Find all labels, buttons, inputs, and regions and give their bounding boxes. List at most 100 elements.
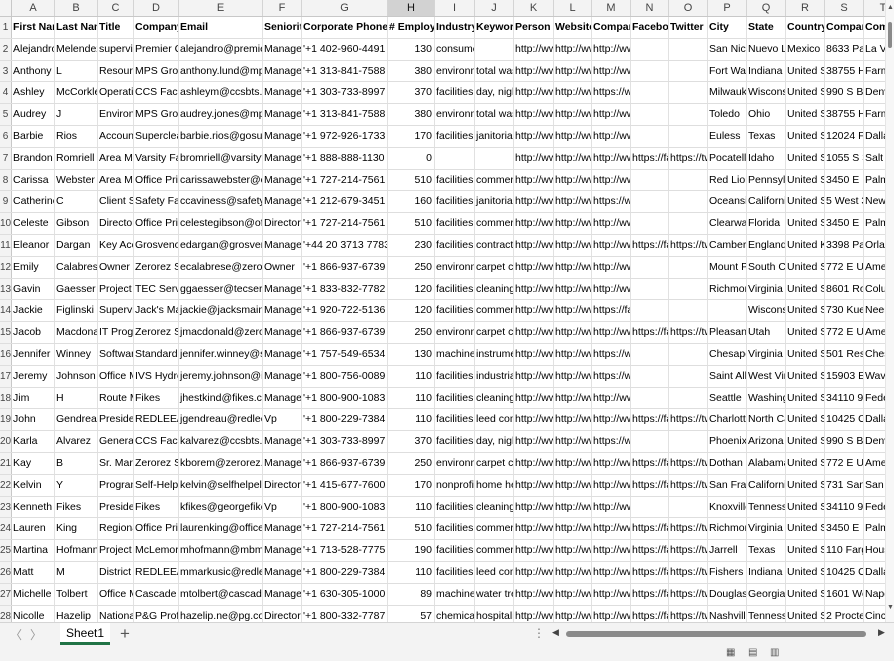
cell[interactable]: http://www.linkedin.com/comp bbox=[592, 38, 631, 60]
cell[interactable]: http://www.linkedin. bbox=[592, 474, 631, 496]
cell[interactable]: leed comp bbox=[475, 561, 514, 583]
cell[interactable]: 110 Fargo bbox=[825, 540, 864, 561]
cell[interactable]: http://www.linkedin. bbox=[592, 322, 631, 343]
cell[interactable]: https://fac bbox=[631, 322, 669, 343]
cell[interactable]: http://ww bbox=[514, 60, 554, 82]
cell[interactable]: http://ww bbox=[554, 300, 592, 322]
cell[interactable]: United Sta bbox=[786, 104, 825, 125]
cell[interactable]: Zerorez Sa bbox=[134, 322, 179, 343]
cell[interactable]: kfikes@georgefikes.com bbox=[179, 496, 263, 518]
column-title[interactable]: Email bbox=[179, 17, 263, 38]
cell[interactable]: http://ww bbox=[554, 169, 592, 191]
cell[interactable]: 89 bbox=[388, 583, 435, 605]
cell[interactable]: Anthony bbox=[12, 60, 55, 82]
cell[interactable]: https://tw bbox=[669, 583, 708, 605]
cell[interactable]: Manager bbox=[263, 234, 302, 256]
cell[interactable]: IT Progran bbox=[98, 322, 134, 343]
cell[interactable]: 3450 E Lak bbox=[825, 169, 864, 191]
cell[interactable]: http://ww bbox=[554, 561, 592, 583]
cell[interactable]: Manager bbox=[263, 431, 302, 452]
cell[interactable]: Orlando bbox=[864, 235, 885, 256]
cell[interactable]: Mount Ple bbox=[708, 256, 747, 278]
scroll-up-icon[interactable]: ▲ bbox=[887, 4, 894, 11]
cell[interactable]: Virginia bbox=[747, 518, 786, 540]
cell[interactable]: '+1 303-733-8997 bbox=[302, 82, 388, 104]
cell[interactable]: Saint Albar bbox=[708, 365, 747, 387]
row-number[interactable]: 20 bbox=[0, 431, 12, 452]
row-number[interactable]: 23 bbox=[0, 496, 12, 518]
column-header-b[interactable]: B bbox=[55, 0, 98, 16]
cell[interactable]: Melendez bbox=[55, 38, 98, 60]
cell[interactable]: http://ww bbox=[514, 125, 554, 147]
cell[interactable]: Manager bbox=[263, 104, 302, 125]
cell[interactable]: United Sta bbox=[786, 409, 825, 431]
cell[interactable]: Fort Wayn bbox=[708, 60, 747, 82]
cell[interactable]: Key Accou bbox=[98, 234, 134, 256]
cell[interactable]: Safety Fac bbox=[134, 191, 179, 213]
cell[interactable]: 370 bbox=[388, 82, 435, 104]
cell[interactable]: mtolbert@cascadewater. bbox=[179, 583, 263, 605]
cell[interactable]: https://tw bbox=[669, 452, 708, 474]
column-title[interactable]: Website bbox=[554, 17, 592, 38]
cell[interactable]: Utah bbox=[747, 322, 786, 343]
cell[interactable]: Barbie bbox=[12, 125, 55, 147]
cell[interactable]: United Sta bbox=[786, 496, 825, 518]
cell[interactable]: B bbox=[55, 452, 98, 474]
cell[interactable]: anthony.lund@mpsgrp.co bbox=[179, 60, 263, 82]
cell[interactable]: 5 West 37t bbox=[825, 191, 864, 213]
cell[interactable]: carpet clei bbox=[475, 452, 514, 474]
cell[interactable]: environme bbox=[435, 60, 475, 82]
row-number[interactable]: 7 bbox=[0, 147, 12, 169]
cell[interactable]: Washingto bbox=[747, 387, 786, 409]
cell[interactable]: United Sta bbox=[786, 561, 825, 583]
cell[interactable]: 110 bbox=[388, 409, 435, 431]
cell[interactable]: President - bbox=[98, 409, 134, 431]
cell[interactable]: contract cl bbox=[475, 234, 514, 256]
column-header-s[interactable]: S bbox=[825, 0, 864, 16]
cell[interactable]: Federal W bbox=[864, 388, 885, 409]
column-header-h[interactable]: H bbox=[388, 0, 435, 16]
cell[interactable]: facilities s bbox=[435, 300, 475, 322]
column-title[interactable]: Person Linkedin Url bbox=[514, 17, 554, 38]
cell[interactable]: https://fac bbox=[631, 540, 669, 561]
column-header-p[interactable]: P bbox=[708, 0, 747, 16]
cell[interactable]: '+1 402-960-4491 bbox=[302, 38, 388, 60]
cell[interactable]: Camberley bbox=[708, 234, 747, 256]
column-title[interactable]: # Employees bbox=[388, 17, 435, 38]
cell[interactable]: Milwaukee bbox=[708, 82, 747, 104]
cell[interactable]: '+1 757-549-6534 bbox=[302, 343, 388, 365]
column-title[interactable]: Corporate Phone bbox=[302, 17, 388, 38]
cell[interactable]: MPS Group bbox=[134, 104, 179, 125]
cell[interactable]: '+1 800-332-7787 bbox=[302, 605, 388, 622]
cell[interactable] bbox=[669, 60, 708, 82]
row-number[interactable]: 9 bbox=[0, 191, 12, 213]
cell[interactable]: machinery bbox=[435, 343, 475, 365]
add-sheet-icon[interactable]: + bbox=[120, 623, 130, 645]
cell[interactable]: 380 bbox=[388, 60, 435, 82]
cell[interactable]: environme bbox=[435, 256, 475, 278]
cell[interactable]: Manager bbox=[263, 191, 302, 213]
cell[interactable]: alejandro@premiercleani bbox=[179, 38, 263, 60]
cell[interactable]: commercia bbox=[475, 540, 514, 561]
cell[interactable]: General M bbox=[98, 431, 134, 452]
cell[interactable]: http://www.linkedin. bbox=[592, 583, 631, 605]
cell[interactable]: 772 E Utah bbox=[825, 256, 864, 278]
cell[interactable]: industrial s bbox=[475, 365, 514, 387]
row-number[interactable]: 21 bbox=[0, 452, 12, 474]
cell[interactable]: '+1 866-937-6739 bbox=[302, 256, 388, 278]
cell[interactable]: '+1 313-841-7588 bbox=[302, 104, 388, 125]
column-title[interactable]: Industry bbox=[435, 17, 475, 38]
cell[interactable]: http://ww bbox=[554, 605, 592, 622]
cell[interactable]: https://fac bbox=[631, 561, 669, 583]
row-number[interactable]: 6 bbox=[0, 125, 12, 147]
cell[interactable]: ccaviness@safetyfacility bbox=[179, 191, 263, 213]
column-title[interactable]: Keywords bbox=[475, 17, 514, 38]
cell[interactable]: facilities s bbox=[435, 125, 475, 147]
cell[interactable] bbox=[631, 104, 669, 125]
cell[interactable] bbox=[631, 60, 669, 82]
cell[interactable]: hazelip.ne@pg.com bbox=[179, 605, 263, 622]
cell[interactable]: Pennsylvar bbox=[747, 169, 786, 191]
cell[interactable]: https://www.faceboc bbox=[592, 191, 631, 213]
cell[interactable]: National A bbox=[98, 605, 134, 622]
cell[interactable]: facilities s bbox=[435, 191, 475, 213]
